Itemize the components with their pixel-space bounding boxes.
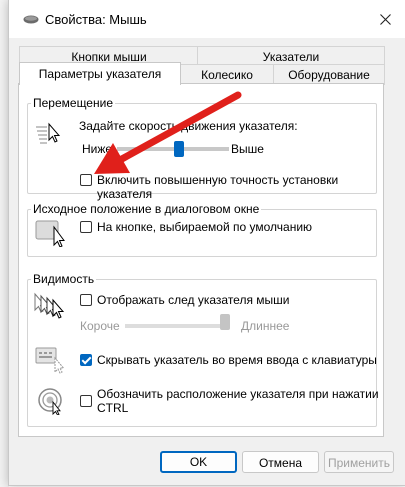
ctrl-locate-checkbox[interactable] <box>80 395 92 407</box>
ctrl-locate-label-line1[interactable]: Обозначить расположение указателя при на… <box>97 387 379 401</box>
cancel-button[interactable]: Отмена <box>242 451 319 473</box>
tab-wheel[interactable]: Колесико <box>179 64 275 85</box>
trail-length-slider-track[interactable] <box>125 324 229 328</box>
apply-button[interactable]: Применить <box>324 451 394 473</box>
enhance-precision-label[interactable]: Включить повышенную точность установки у… <box>97 173 383 201</box>
close-icon <box>380 14 391 25</box>
hide-while-typing-label[interactable]: Скрывать указатель во время ввода с клав… <box>97 353 377 367</box>
ok-button[interactable]: OK <box>160 451 237 473</box>
speed-slider-thumb[interactable] <box>174 141 184 157</box>
snap-to-icon <box>35 220 65 247</box>
speed-label: Задайте скорость движения указателя: <box>79 119 298 133</box>
enhance-precision-checkbox[interactable] <box>80 174 92 186</box>
ctrl-locate-icon <box>38 388 62 415</box>
speed-slider-track[interactable] <box>117 147 229 151</box>
trails-long-label: Длиннее <box>241 319 290 333</box>
tab-pointer-options[interactable]: Параметры указателя <box>19 62 181 85</box>
speed-slow-label: Ниже <box>82 142 113 156</box>
title-bar: Свойства: Мышь <box>9 0 405 38</box>
hide-while-typing-icon <box>35 347 65 374</box>
pointer-speed-icon <box>36 122 61 144</box>
snap-to-group-title: Исходное положение в диалоговом окне <box>31 202 262 216</box>
window-title: Свойства: Мышь <box>45 12 147 27</box>
speed-fast-label: Выше <box>231 142 264 156</box>
mouse-app-icon <box>23 15 39 24</box>
ctrl-locate-label-line2[interactable]: CTRL <box>97 401 128 415</box>
trails-short-label: Короче <box>80 319 120 333</box>
hide-while-typing-checkbox[interactable] <box>80 354 92 366</box>
pointer-trails-label[interactable]: Отображать след указателя мыши <box>97 293 290 307</box>
snap-to-checkbox[interactable] <box>80 221 92 233</box>
close-button[interactable] <box>373 7 399 33</box>
snap-to-label[interactable]: На кнопке, выбираемой по умолчанию <box>97 220 312 234</box>
trail-length-slider-thumb[interactable] <box>220 314 230 330</box>
visibility-group-title: Видимость <box>31 272 97 286</box>
pointer-trails-icon <box>34 292 65 319</box>
tab-panel-pointer-options: Перемещение Задайте скорость движения ук… <box>18 83 384 437</box>
tab-hardware[interactable]: Оборудование <box>273 64 385 85</box>
motion-group-title: Перемещение <box>31 96 115 110</box>
pointer-trails-checkbox[interactable] <box>80 294 92 306</box>
